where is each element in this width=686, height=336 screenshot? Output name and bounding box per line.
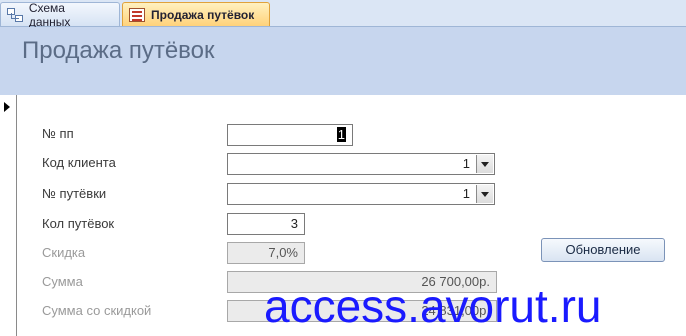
label-discount: Скидка xyxy=(42,245,86,260)
form-header: Продажа путёвок xyxy=(0,27,686,95)
client-dropdown-button[interactable] xyxy=(476,155,493,173)
form-title: Продажа путёвок xyxy=(22,37,215,64)
label-qty: Кол путёвок xyxy=(42,216,115,231)
qty-value: 3 xyxy=(290,216,298,231)
discount-value: 7,0% xyxy=(268,245,298,260)
relationships-icon xyxy=(7,7,23,22)
num-value: 1 xyxy=(336,127,346,142)
qty-field[interactable]: 3 xyxy=(227,213,305,235)
tab-label: Схема данных xyxy=(28,0,71,29)
record-selector[interactable] xyxy=(0,95,17,336)
discount-field: 7,0% xyxy=(227,242,305,264)
tab-label: Продажа путёвок xyxy=(151,7,255,22)
voucher-value: 1 xyxy=(462,186,470,201)
num-field[interactable]: 1 xyxy=(227,124,353,146)
voucher-dropdown-button[interactable] xyxy=(476,185,493,203)
client-value: 1 xyxy=(462,156,470,171)
label-voucher: № путёвки xyxy=(42,186,107,201)
label-sum-discount: Сумма со скидкой xyxy=(42,303,152,318)
watermark-text: access.avorut.ru xyxy=(264,280,602,332)
document-tab-strip: Схема данных Продажа путёвок xyxy=(0,0,686,29)
client-combobox[interactable]: 1 xyxy=(227,153,495,175)
current-record-arrow-icon xyxy=(4,102,10,112)
label-client: Код клиента xyxy=(42,155,116,170)
tab-sales-form[interactable]: Продажа путёвок xyxy=(122,2,270,26)
label-sum: Сумма xyxy=(42,274,83,289)
chevron-down-icon xyxy=(481,162,489,167)
chevron-down-icon xyxy=(481,192,489,197)
form-icon xyxy=(129,7,145,22)
refresh-button[interactable]: Обновление xyxy=(541,238,665,262)
voucher-combobox[interactable]: 1 xyxy=(227,183,495,205)
label-num: № пп xyxy=(42,126,74,141)
tab-relationships[interactable]: Схема данных xyxy=(0,0,120,29)
